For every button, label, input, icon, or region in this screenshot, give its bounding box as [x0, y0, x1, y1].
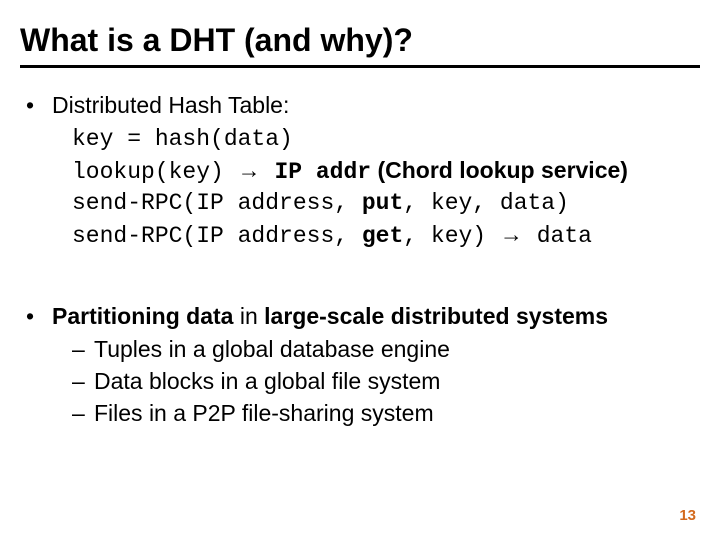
page-number: 13	[679, 507, 696, 524]
code-l2-ipaddr: IP addr	[261, 159, 371, 185]
arrow-icon: →	[238, 157, 261, 183]
code-l4-c: , key)	[403, 223, 500, 249]
partitioning-bold-c: large-scale distributed systems	[264, 303, 608, 329]
sub-blocks-text: Data blocks in a global file system	[94, 366, 700, 398]
bullet-partitioning: • Partitioning data in large-scale distr…	[20, 301, 700, 333]
sub-blocks: – Data blocks in a global file system	[72, 366, 700, 398]
code-l3-put: put	[362, 190, 403, 216]
partitioning-bold-a: Partitioning data	[52, 303, 233, 329]
code-l2-chord: (Chord lookup service)	[371, 157, 628, 183]
sub-tuples: – Tuples in a global database engine	[72, 334, 700, 366]
code-line-2: lookup(key) → IP addr (Chord lookup serv…	[72, 155, 700, 188]
code-line-4: send-RPC(IP address, get, key) → data	[72, 219, 700, 252]
bullet-dot-icon: •	[20, 301, 52, 333]
slide: What is a DHT (and why)? • Distributed H…	[0, 0, 720, 540]
arrow-icon: →	[500, 221, 523, 247]
partitioning-in: in	[233, 303, 264, 329]
code-l4-get: get	[362, 223, 403, 249]
code-l4-a: send-RPC(IP address,	[72, 223, 362, 249]
dash-icon: –	[72, 334, 94, 366]
slide-body: • Distributed Hash Table: key = hash(dat…	[20, 90, 700, 430]
code-l2-a: lookup(key)	[72, 159, 238, 185]
code-line-3: send-RPC(IP address, put, key, data)	[72, 188, 700, 219]
code-l3-a: send-RPC(IP address,	[72, 190, 362, 216]
code-line-1: key = hash(data)	[72, 124, 700, 155]
spacer	[20, 253, 700, 301]
bullet-dht: • Distributed Hash Table:	[20, 90, 700, 122]
title-underline	[20, 65, 700, 68]
code-l3-c: , key, data)	[403, 190, 569, 216]
dash-icon: –	[72, 366, 94, 398]
dash-icon: –	[72, 398, 94, 430]
slide-title: What is a DHT (and why)?	[20, 22, 700, 59]
sub-tuples-text: Tuples in a global database engine	[94, 334, 700, 366]
code-block: key = hash(data) lookup(key) → IP addr (…	[72, 124, 700, 253]
bullet-partitioning-text: Partitioning data in large-scale distrib…	[52, 301, 700, 333]
sub-files-text: Files in a P2P file-sharing system	[94, 398, 700, 430]
bullet-dot-icon: •	[20, 90, 52, 122]
sub-files: – Files in a P2P file-sharing system	[72, 398, 700, 430]
bullet-dht-text: Distributed Hash Table:	[52, 90, 700, 122]
code-l4-d: data	[523, 223, 592, 249]
